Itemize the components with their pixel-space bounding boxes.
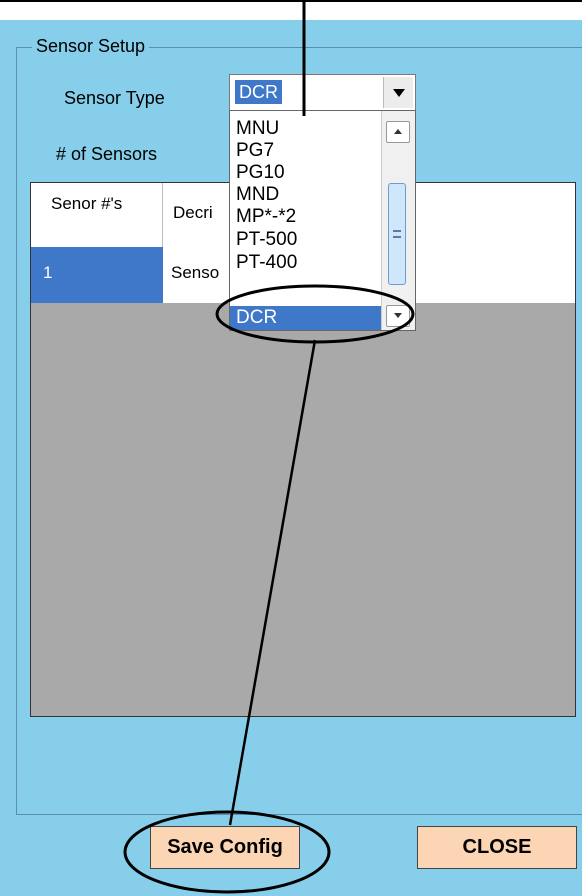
pointer-line-connector (228, 339, 317, 826)
callout-ellipse-dcr (215, 284, 415, 344)
callout-ellipse-save (123, 810, 331, 894)
annotation-overlay (123, 0, 415, 894)
